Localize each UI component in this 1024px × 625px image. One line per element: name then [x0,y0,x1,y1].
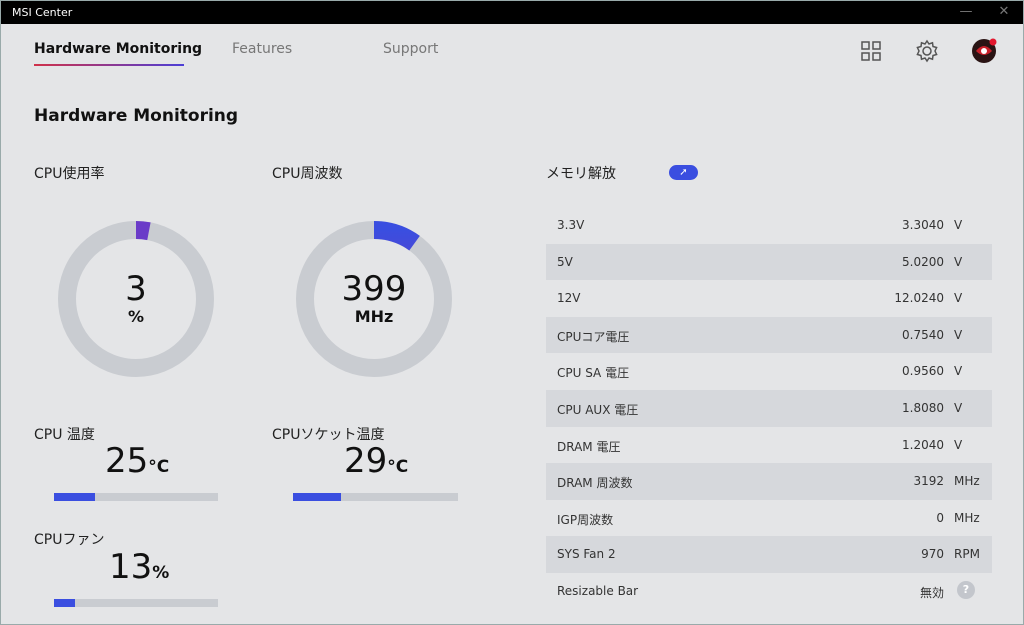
cpu-usage-value: 3 [125,269,147,309]
minimize-button[interactable]: — [951,3,981,21]
sensor-value: 5.0200 [902,254,944,269]
cpu-temp-reading: 25°C [105,441,169,481]
memory-release-button[interactable]: ➚ [669,165,698,180]
sensor-label: CPU SA 電圧 [557,366,630,381]
user-avatar-icon[interactable] [970,37,998,65]
sensor-unit: V [954,218,963,232]
socket-temp-reading: 29°C [344,441,408,481]
cpu-freq-label: CPU周波数 [272,166,343,182]
tab-hardware-monitoring[interactable]: Hardware Monitoring [34,41,202,57]
cpu-fan-unit: % [152,563,170,583]
tab-support[interactable]: Support [383,41,438,57]
socket-temp-value: 29 [344,441,388,481]
sensor-value: 3.3040 [902,218,944,232]
socket-temp-bar-fill [293,493,341,501]
sensor-row: IGP周波数 0 MHz [546,500,992,537]
sensor-unit: V [954,400,963,415]
sensor-value: 3192 [913,474,944,489]
cpu-temp-label: CPU 温度 [34,427,95,443]
page-title: Hardware Monitoring [34,106,239,126]
sensor-label: CPU AUX 電圧 [557,402,639,417]
sensor-label: CPUコア電圧 [557,329,630,344]
cpu-usage-unit: % [127,307,145,326]
sensor-row: 3.3V 3.3040 V [546,207,992,244]
sensor-label: 5V [557,254,573,269]
sensor-unit: V [954,327,963,342]
sensor-unit: V [954,254,963,269]
cpu-temp-unit: °C [148,457,170,477]
cpu-fan-value: 13 [109,547,153,587]
cpu-fan-bar-fill [54,599,76,607]
sensor-unit: V [954,437,963,452]
sensor-value: 0.9560 [902,364,944,379]
cpu-fan-label: CPUファン [34,532,105,548]
cpu-temp-bar-fill [54,493,95,501]
sensor-label: IGP周波数 [557,512,614,527]
sensor-unit: V [954,291,963,306]
sensor-value: 1.2040 [902,437,944,452]
sensor-label: DRAM 電圧 [557,439,621,454]
grid-icon[interactable] [857,37,885,65]
cpu-usage-label: CPU使用率 [34,166,105,182]
active-tab-indicator [34,64,184,66]
memory-release-icon: ➚ [679,167,688,178]
sensor-row: Resizable Bar 無効? [546,573,992,610]
sensor-value: 無効 [919,585,944,600]
cpu-freq-value: 399 [341,269,407,309]
sensor-row: 5V 5.0200 V [546,243,992,281]
sensor-row: SYS Fan 2 970 RPM [546,536,992,573]
sensor-value: 970 [921,547,944,562]
tab-features[interactable]: Features [232,41,292,57]
app-title: MSI Center [12,6,73,19]
sensor-unit: V [954,364,963,379]
title-bar: MSI Center — ✕ [1,1,1023,24]
sensor-row: CPU SA 電圧 0.9560 V [546,353,992,390]
sensor-value: 0.7540 [902,327,944,342]
sensor-unit: MHz [954,474,980,489]
sensor-value: 0 [936,510,944,525]
gear-icon[interactable] [913,37,941,65]
sensor-label: 12V [557,291,581,306]
sensor-table: 3.3V 3.3040 V 5V 5.0200 V 12V 12.0240 V CPUコア電圧 0.… [546,207,992,610]
cpu-freq-unit: MHz [354,307,394,326]
sensor-row: DRAM 電圧 1.2040 V [546,427,992,464]
socket-temp-bar [293,493,458,501]
app-window: MSI Center — ✕ Hardware Monitoring Featu… [0,0,1024,625]
cpu-fan-reading: 13% [109,547,169,587]
sensor-row: CPU AUX 電圧 1.8080 V [546,389,992,427]
sensor-label: Resizable Bar [557,583,639,598]
sensor-label: DRAM 周波数 [557,476,633,491]
sensor-label: 3.3V [557,218,585,232]
close-button[interactable]: ✕ [989,3,1019,21]
sensor-row: CPUコア電圧 0.7540 V [546,316,992,354]
sensor-value: 1.8080 [902,400,944,415]
sensor-row: DRAM 周波数 3192 MHz [546,463,992,500]
sensor-row: 12V 12.0240 V [546,280,992,317]
help-icon[interactable]: ? [957,580,975,599]
sensor-label: SYS Fan 2 [557,547,616,562]
cpu-temp-bar [54,493,218,501]
cpu-temp-value: 25 [105,441,149,481]
socket-temp-unit: °C [387,457,409,477]
sensor-unit: MHz [954,510,980,525]
cpu-fan-bar [54,599,218,607]
memory-release-label: メモリ解放 [546,166,616,182]
sensor-value: 12.0240 [894,291,944,306]
sensor-unit: RPM [954,547,980,562]
